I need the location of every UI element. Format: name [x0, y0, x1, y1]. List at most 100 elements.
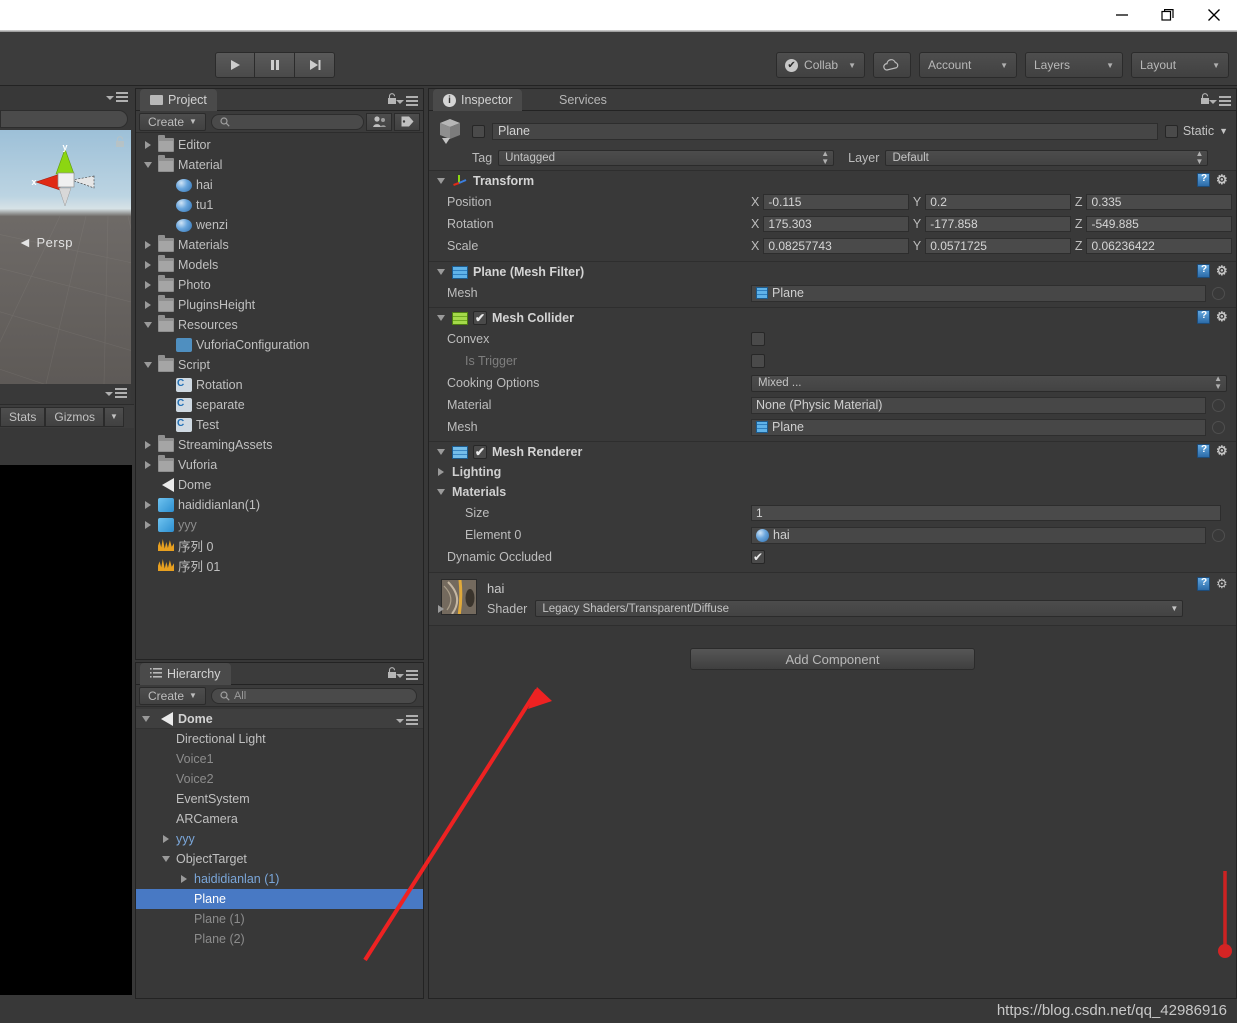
- layer-dropdown[interactable]: Default ▲ ▼: [885, 150, 1209, 166]
- hierarchy-item[interactable]: Voice2: [136, 769, 423, 789]
- foldout-right-icon[interactable]: [142, 521, 154, 529]
- transform-x-input[interactable]: 175.303: [763, 216, 909, 232]
- project-item[interactable]: Photo: [136, 275, 423, 295]
- scene-viewport[interactable]: y x ◄ Persp: [0, 130, 131, 384]
- object-picker-icon[interactable]: [1212, 286, 1225, 300]
- shader-dropdown[interactable]: Legacy Shaders/Transparent/Diffuse ▼: [535, 600, 1184, 617]
- foldout-right-icon[interactable]: [178, 875, 190, 883]
- project-options-menu[interactable]: [396, 96, 418, 108]
- foldout-right-icon[interactable]: [142, 261, 154, 269]
- project-item[interactable]: separate: [136, 395, 423, 415]
- project-item[interactable]: Resources: [136, 315, 423, 335]
- hierarchy-item[interactable]: ARCamera: [136, 809, 423, 829]
- foldout-down-icon[interactable]: [140, 715, 152, 722]
- project-item[interactable]: 序列 01: [136, 555, 423, 575]
- object-picker-icon[interactable]: [1212, 398, 1225, 412]
- transform-y-input[interactable]: 0.0571725: [925, 238, 1071, 254]
- static-toggle-group[interactable]: Static ▼: [1164, 124, 1232, 138]
- tab-project[interactable]: Project: [140, 89, 217, 111]
- project-item[interactable]: tu1: [136, 195, 423, 215]
- project-item[interactable]: Test: [136, 415, 423, 435]
- project-item[interactable]: Script: [136, 355, 423, 375]
- project-item[interactable]: yyy: [136, 515, 423, 535]
- transform-z-input[interactable]: 0.335: [1086, 194, 1233, 210]
- hierarchy-options-menu[interactable]: [396, 670, 418, 682]
- gameobject-active-checkbox[interactable]: [472, 124, 485, 138]
- transform-z-input[interactable]: -549.885: [1086, 216, 1233, 232]
- maximize-icon[interactable]: [1145, 0, 1191, 30]
- transform-header[interactable]: Transform ⚙: [429, 171, 1236, 191]
- gear-icon[interactable]: ⚙: [1216, 264, 1230, 278]
- project-filter-by-label-icon[interactable]: [394, 112, 420, 131]
- static-checkbox[interactable]: [1164, 124, 1178, 138]
- project-item[interactable]: Materials: [136, 235, 423, 255]
- mesh-collider-header[interactable]: ✔ Mesh Collider ⚙: [429, 308, 1236, 328]
- add-component-button[interactable]: Add Component: [690, 648, 975, 670]
- gear-icon[interactable]: ⚙: [1216, 310, 1230, 324]
- foldout-down-icon[interactable]: [435, 489, 447, 495]
- object-picker-icon[interactable]: [1212, 528, 1225, 542]
- foldout-right-icon[interactable]: [142, 301, 154, 309]
- project-item[interactable]: Dome: [136, 475, 423, 495]
- tab-inspector[interactable]: i Inspector: [433, 89, 523, 111]
- collab-button[interactable]: ✔ Collab ▼: [776, 52, 865, 78]
- mesh-renderer-header[interactable]: ✔ Mesh Renderer ⚙: [429, 442, 1236, 462]
- foldout-right-icon[interactable]: [160, 835, 172, 843]
- minimize-icon[interactable]: [1099, 0, 1145, 30]
- project-item[interactable]: wenzi: [136, 215, 423, 235]
- foldout-down-icon[interactable]: [160, 856, 172, 862]
- foldout-right-icon[interactable]: [142, 441, 154, 449]
- foldout-right-icon[interactable]: [142, 501, 154, 509]
- hierarchy-item[interactable]: EventSystem: [136, 789, 423, 809]
- scene-search-input[interactable]: [0, 110, 128, 128]
- mesh-collider-enabled-checkbox[interactable]: ✔: [473, 311, 487, 325]
- project-item[interactable]: Editor: [136, 135, 423, 155]
- tab-hierarchy[interactable]: Hierarchy: [140, 663, 231, 685]
- project-filter-by-type-icon[interactable]: [366, 112, 392, 131]
- hierarchy-search-input[interactable]: All: [210, 687, 417, 704]
- transform-y-input[interactable]: 0.2: [925, 194, 1071, 210]
- scene-bottom-menu[interactable]: [105, 388, 127, 400]
- project-item[interactable]: VuforiaConfiguration: [136, 335, 423, 355]
- hierarchy-scene-menu[interactable]: [396, 715, 418, 727]
- inspector-options-menu[interactable]: [1209, 96, 1231, 108]
- foldout-right-icon[interactable]: [142, 141, 154, 149]
- stats-button[interactable]: Stats: [0, 406, 46, 427]
- project-item[interactable]: 序列 0: [136, 535, 423, 555]
- close-icon[interactable]: [1191, 0, 1237, 30]
- element0-field[interactable]: hai: [751, 526, 1206, 544]
- layout-button[interactable]: Layout ▼: [1131, 52, 1229, 78]
- cooking-options-dropdown[interactable]: Mixed ... ▲ ▼: [751, 374, 1227, 392]
- account-button[interactable]: Account ▼: [919, 52, 1017, 78]
- hierarchy-item[interactable]: yyy: [136, 829, 423, 849]
- foldout-down-icon[interactable]: [142, 162, 154, 168]
- project-item[interactable]: Material: [136, 155, 423, 175]
- mesh-renderer-enabled-checkbox[interactable]: ✔: [473, 445, 487, 459]
- layers-button[interactable]: Layers ▼: [1025, 52, 1123, 78]
- project-search-input[interactable]: [210, 113, 364, 130]
- hierarchy-item[interactable]: haididianlan (1): [136, 869, 423, 889]
- project-item[interactable]: Vuforia: [136, 455, 423, 475]
- project-item[interactable]: haididianlan(1): [136, 495, 423, 515]
- foldout-right-icon[interactable]: [435, 468, 447, 476]
- tag-dropdown[interactable]: Untagged ▲ ▼: [498, 150, 835, 166]
- help-icon[interactable]: [1197, 264, 1210, 278]
- collider-material-field[interactable]: None (Physic Material): [751, 396, 1206, 414]
- foldout-right-icon[interactable]: [142, 241, 154, 249]
- material-foldout-right-icon[interactable]: [435, 605, 447, 613]
- help-icon[interactable]: [1197, 577, 1210, 591]
- hierarchy-item[interactable]: Voice1: [136, 749, 423, 769]
- foldout-down-icon[interactable]: [142, 322, 154, 328]
- pause-icon[interactable]: [255, 52, 295, 78]
- gear-icon[interactable]: ⚙: [1216, 173, 1230, 187]
- foldout-down-icon[interactable]: [142, 362, 154, 368]
- play-icon[interactable]: [215, 52, 255, 78]
- gear-icon[interactable]: ⚙: [1216, 577, 1230, 591]
- step-icon[interactable]: [295, 52, 335, 78]
- hierarchy-item[interactable]: Directional Light: [136, 729, 423, 749]
- is-trigger-checkbox[interactable]: [751, 354, 765, 368]
- hierarchy-scene-row[interactable]: Dome: [136, 709, 423, 729]
- project-create-button[interactable]: Create ▼: [139, 112, 206, 131]
- hierarchy-item[interactable]: Plane (2): [136, 929, 423, 949]
- hierarchy-item[interactable]: Plane (1): [136, 909, 423, 929]
